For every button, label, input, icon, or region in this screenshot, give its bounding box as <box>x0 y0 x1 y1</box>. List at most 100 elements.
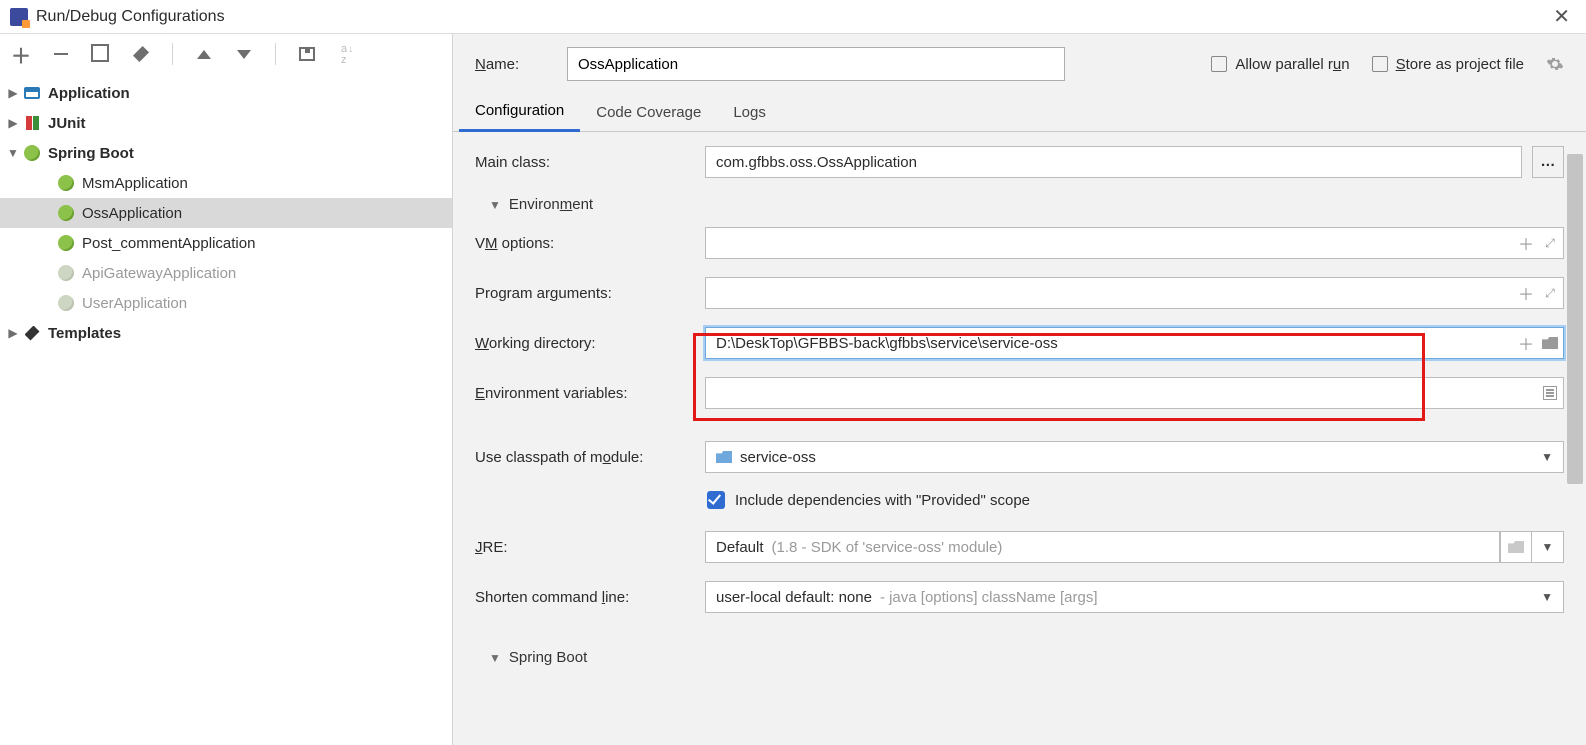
tree-label: Templates <box>48 325 121 342</box>
program-args-input[interactable] <box>705 277 1564 309</box>
jre-dropdown-button[interactable]: ▼ <box>1532 531 1564 563</box>
include-provided-checkbox[interactable]: Include dependencies with "Provided" sco… <box>707 491 1564 509</box>
tab-logs[interactable]: Logs <box>717 96 782 131</box>
save-config-button[interactable] <box>296 43 318 65</box>
name-label: Name: <box>475 56 545 73</box>
tabs: Configuration Code Coverage Logs <box>453 94 1586 132</box>
spring-icon <box>24 145 40 161</box>
sort-az-button[interactable]: az <box>336 43 358 65</box>
springboot-section-header[interactable]: ▼ Spring Boot <box>489 649 1564 666</box>
tree-templates-group[interactable]: ▶ Templates <box>0 318 452 348</box>
jre-select[interactable]: Default (1.8 - SDK of 'service-oss' modu… <box>705 531 1500 563</box>
right-panel: Name: Allow parallel run Store as projec… <box>453 34 1586 745</box>
tree-label: Application <box>48 85 130 102</box>
tree-junit-group[interactable]: ▶ JUnit <box>0 108 452 138</box>
allow-parallel-checkbox[interactable]: Allow parallel run <box>1211 56 1349 73</box>
tree-springboot-group[interactable]: ▼ Spring Boot <box>0 138 452 168</box>
tab-configuration[interactable]: Configuration <box>459 94 580 132</box>
gear-icon[interactable] <box>1546 55 1564 73</box>
tree-label: JUnit <box>48 115 86 132</box>
env-vars-row: Environment variables: <box>475 377 1564 409</box>
folder-icon[interactable] <box>1542 335 1558 351</box>
left-panel: ＋ az ▶ Application ▶ JUnit ▼ <box>0 34 453 745</box>
working-dir-row: Working directory: ＋ <box>475 327 1564 359</box>
main-class-label: Main class: <box>475 154 705 171</box>
tree-item-msm[interactable]: MsmApplication <box>0 168 452 198</box>
vertical-scrollbar[interactable] <box>1567 154 1583 739</box>
expand-icon[interactable]: ▶ <box>6 86 20 100</box>
environment-section-header[interactable]: ▼ Environment <box>489 196 1564 213</box>
expand-icon[interactable]: ⤢ <box>1542 235 1558 251</box>
left-toolbar: ＋ az <box>0 34 452 74</box>
chevron-down-icon: ▼ <box>1542 540 1554 554</box>
spring-icon <box>58 295 74 311</box>
shorten-cmd-select[interactable]: user-local default: none - java [options… <box>705 581 1564 613</box>
vm-options-row: VM options: ＋ ⤢ <box>475 227 1564 259</box>
jre-value: Default <box>716 539 764 556</box>
copy-config-button[interactable] <box>90 43 112 65</box>
collapse-icon[interactable]: ▼ <box>6 146 20 160</box>
checkbox-checked-icon <box>707 491 725 509</box>
config-form: Main class: … ▼ Environment VM options: … <box>453 132 1586 666</box>
titlebar: Run/Debug Configurations ✕ <box>0 0 1586 34</box>
program-args-label: Program arguments: <box>475 285 705 302</box>
list-icon[interactable] <box>1542 385 1558 401</box>
module-icon <box>716 451 732 463</box>
expand-icon[interactable]: ▶ <box>6 326 20 340</box>
expand-icon[interactable]: ▶ <box>6 116 20 130</box>
insert-macro-icon[interactable]: ＋ <box>1518 285 1534 301</box>
classpath-row: Use classpath of module: service-oss ▼ <box>475 441 1564 473</box>
jre-browse-button[interactable] <box>1500 531 1532 563</box>
tab-code-coverage[interactable]: Code Coverage <box>580 96 717 131</box>
tree-application-group[interactable]: ▶ Application <box>0 78 452 108</box>
browse-main-class-button[interactable]: … <box>1532 146 1564 178</box>
checkbox-label: Include dependencies with "Provided" sco… <box>735 492 1030 509</box>
shorten-cmd-row: Shorten command line: user-local default… <box>475 581 1564 613</box>
spring-icon <box>58 265 74 281</box>
tree-item-user[interactable]: UserApplication <box>0 288 452 318</box>
tree-item-postcomment[interactable]: Post_commentApplication <box>0 228 452 258</box>
tree-item-oss[interactable]: OssApplication <box>0 198 452 228</box>
scroll-thumb[interactable] <box>1567 154 1583 484</box>
wrench-icon <box>25 326 40 341</box>
expand-icon[interactable]: ⤢ <box>1542 285 1558 301</box>
name-row: Name: Allow parallel run Store as projec… <box>453 34 1586 94</box>
add-config-button[interactable]: ＋ <box>10 43 32 65</box>
vm-options-input[interactable] <box>705 227 1564 259</box>
move-up-button[interactable] <box>193 43 215 65</box>
tree-item-apigateway[interactable]: ApiGatewayApplication <box>0 258 452 288</box>
tree-label: UserApplication <box>82 295 187 312</box>
folder-icon <box>1508 541 1524 553</box>
junit-icon <box>26 116 39 130</box>
store-as-file-checkbox[interactable]: Store as project file <box>1372 56 1524 73</box>
chevron-down-icon: ▼ <box>489 198 501 212</box>
shorten-cmd-value: user-local default: none <box>716 589 872 606</box>
env-vars-input[interactable] <box>705 377 1564 409</box>
move-down-button[interactable] <box>233 43 255 65</box>
insert-macro-icon[interactable]: ＋ <box>1518 235 1534 251</box>
application-icon <box>24 87 40 99</box>
jre-row: JRE: Default (1.8 - SDK of 'service-oss'… <box>475 531 1564 563</box>
classpath-select[interactable]: service-oss ▼ <box>705 441 1564 473</box>
insert-macro-icon[interactable]: ＋ <box>1518 335 1534 351</box>
close-icon[interactable]: ✕ <box>1547 4 1576 29</box>
spring-icon <box>58 175 74 191</box>
checkbox-icon <box>1211 56 1227 72</box>
main-class-input[interactable] <box>705 146 1522 178</box>
checkbox-icon <box>1372 56 1388 72</box>
window-title: Run/Debug Configurations <box>36 8 225 26</box>
tree-label: Spring Boot <box>48 145 134 162</box>
remove-config-button[interactable] <box>50 43 72 65</box>
chevron-down-icon: ▼ <box>1541 590 1553 604</box>
checkbox-label: Allow parallel run <box>1235 56 1349 73</box>
classpath-value: service-oss <box>740 449 816 466</box>
edit-defaults-button[interactable] <box>130 43 152 65</box>
jre-label: JRE: <box>475 539 705 556</box>
classpath-label: Use classpath of module: <box>475 449 705 466</box>
name-input[interactable] <box>567 47 1065 81</box>
env-vars-label: Environment variables: <box>475 385 705 402</box>
checkbox-label: Store as project file <box>1396 56 1524 73</box>
tree-label: OssApplication <box>82 205 182 222</box>
vm-options-label: VM options: <box>475 235 705 252</box>
working-dir-input[interactable] <box>705 327 1564 359</box>
